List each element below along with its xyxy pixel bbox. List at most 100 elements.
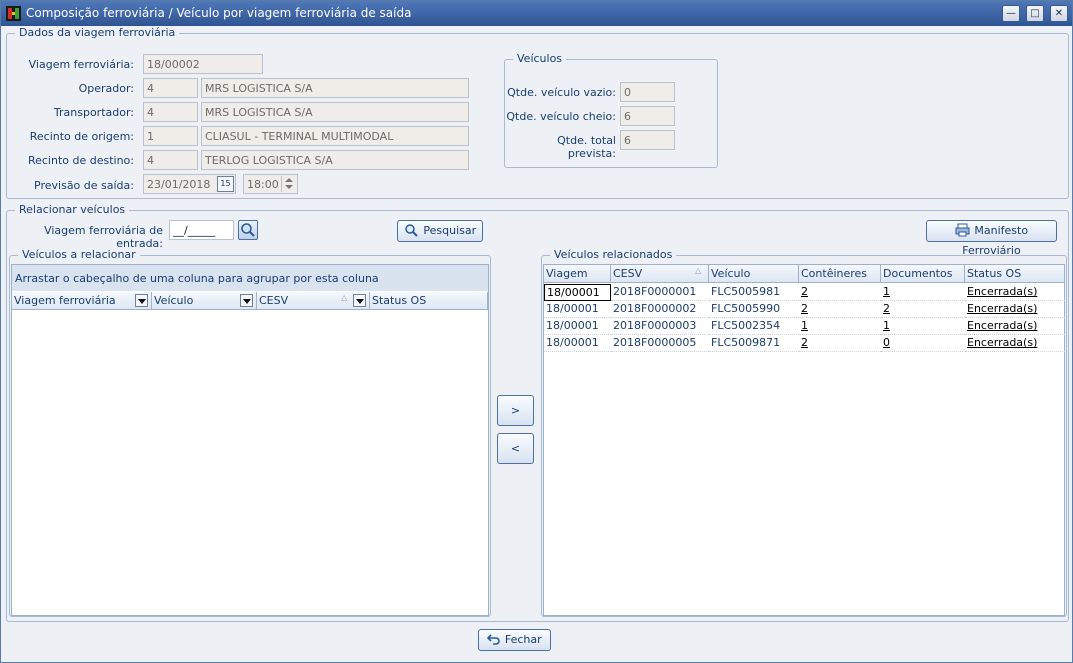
operador-name-field[interactable]: MRS LOGISTICA S/A — [201, 78, 469, 98]
left-col-veiculo[interactable]: Veículo — [152, 292, 257, 310]
transportador-label: Transportador: — [53, 106, 134, 119]
dados-viagem-legend: Dados da viagem ferroviária — [15, 26, 180, 39]
close-button[interactable]: ✕ — [1050, 5, 1068, 22]
table-row-3-status-link[interactable]: Encerrada(s) — [965, 335, 1065, 352]
total-field[interactable]: 6 — [620, 130, 675, 150]
table-row-1-status-link[interactable]: Encerrada(s) — [965, 301, 1065, 318]
right-grid-legend: Veículos relacionados — [550, 248, 677, 261]
destino-name-field[interactable]: TERLOG LOGISTICA S/A — [201, 150, 469, 170]
table-row-2-veiculo[interactable]: FLC5002354 — [709, 318, 799, 335]
previsao-time-value: 18:00 — [247, 178, 279, 191]
operador-code-field[interactable]: 4 — [143, 78, 198, 98]
search-icon — [241, 223, 255, 237]
previsao-label: Previsão de saída: — [34, 179, 134, 192]
table-row-0-documentos-link[interactable]: 1 — [881, 284, 965, 301]
left-col-viagem-filter-icon[interactable] — [135, 294, 148, 307]
manifesto-label: Manifesto Ferroviário — [962, 224, 1029, 257]
right-grid[interactable]: Viagem CESV △ Veículo Contêineres Docume… — [543, 264, 1065, 616]
cheio-label: Qtde. veículo cheio: — [506, 110, 616, 123]
destino-label: Recinto de destino: — [27, 154, 134, 167]
left-col-veiculo-filter-icon[interactable] — [240, 294, 253, 307]
table-row-3-documentos-link[interactable]: 0 — [881, 335, 965, 352]
right-col-cesv-label: CESV — [613, 267, 643, 280]
table-row-0-cesv[interactable]: 2018F0000001 — [611, 284, 709, 301]
left-col-status[interactable]: Status OS — [370, 292, 488, 310]
table-row-2-cesv[interactable]: 2018F0000003 — [611, 318, 709, 335]
origem-label: Recinto de origem: — [29, 130, 134, 143]
spin-up-icon[interactable] — [285, 178, 293, 182]
destino-code-field[interactable]: 4 — [143, 150, 198, 170]
sort-asc-icon: △ — [695, 266, 702, 275]
undo-arrow-icon — [487, 634, 501, 645]
transportador-code-field[interactable]: 4 — [143, 102, 198, 122]
veiculos-legend: Veículos — [513, 52, 567, 65]
window-title: Composição ferroviária / Veículo por via… — [26, 6, 412, 20]
table-row-3-viagem[interactable]: 18/00001 — [544, 335, 611, 352]
total-label: Qtde. total prevista: — [557, 134, 616, 160]
table-row-1-documentos-link[interactable]: 2 — [881, 301, 965, 318]
right-col-viagem[interactable]: Viagem — [544, 265, 611, 283]
right-col-cesv[interactable]: CESV △ — [611, 265, 709, 283]
left-col-viagem-label: Viagem ferroviária — [14, 294, 116, 307]
entrada-search-button[interactable] — [238, 220, 258, 240]
table-row-1-veiculo[interactable]: FLC5005990 — [709, 301, 799, 318]
viagem-field[interactable]: 18/00002 — [143, 54, 263, 74]
right-col-conteineres[interactable]: Contêineres — [799, 265, 881, 283]
printer-icon — [955, 223, 970, 237]
relacionar-legend: Relacionar veículos — [15, 203, 130, 216]
vazio-field[interactable]: 0 — [620, 82, 675, 102]
entrada-field[interactable]: __/_____ — [169, 220, 234, 240]
table-row-1-viagem[interactable]: 18/00001 — [544, 301, 611, 318]
origem-code-field[interactable]: 1 — [143, 126, 198, 146]
operador-label: Operador: — [78, 82, 134, 95]
table-row-2-documentos-link[interactable]: 1 — [881, 318, 965, 335]
left-grid[interactable]: Arrastar o cabeçalho de uma coluna para … — [11, 264, 489, 616]
origem-name-field[interactable]: CLIASUL - TERMINAL MULTIMODAL — [201, 126, 469, 146]
spin-down-icon[interactable] — [285, 185, 293, 189]
table-row-3-cesv[interactable]: 2018F0000005 — [611, 335, 709, 352]
add-vehicle-button[interactable]: > — [497, 395, 534, 426]
left-col-cesv-label: CESV — [259, 294, 289, 307]
fechar-button[interactable]: Fechar — [478, 629, 551, 651]
table-row-2-conteineres-link[interactable]: 1 — [799, 318, 881, 335]
left-col-cesv-filter-icon[interactable] — [353, 294, 366, 307]
left-col-veiculo-label: Veículo — [154, 294, 194, 307]
left-grid-legend: Veículos a relacionar — [18, 248, 140, 261]
cheio-field[interactable]: 6 — [620, 106, 675, 126]
pesquisar-button[interactable]: Pesquisar — [397, 220, 483, 242]
time-spinner[interactable] — [281, 176, 296, 192]
previsao-date-value: 23/01/2018 — [147, 178, 211, 191]
remove-vehicle-button[interactable]: < — [497, 433, 534, 464]
table-row-0-veiculo[interactable]: FLC5005981 — [709, 284, 799, 301]
table-row-0-viagem[interactable]: 18/00001 — [544, 284, 611, 301]
left-col-viagem[interactable]: Viagem ferroviária — [12, 292, 152, 310]
app-icon — [6, 6, 21, 21]
right-col-veiculo[interactable]: Veículo — [709, 265, 799, 283]
minimize-button[interactable]: — — [1002, 5, 1020, 22]
group-by-hint: Arrastar o cabeçalho de uma coluna para … — [12, 265, 488, 291]
fechar-label: Fechar — [504, 633, 542, 646]
sort-asc-icon: △ — [341, 293, 348, 302]
right-col-status[interactable]: Status OS — [965, 265, 1065, 283]
title-bar: Composição ferroviária / Veículo por via… — [1, 1, 1072, 26]
main-window: Composição ferroviária / Veículo por via… — [0, 0, 1073, 663]
magnifier-icon — [405, 224, 418, 237]
entrada-label: Viagem ferroviária de entrada: — [44, 224, 163, 250]
table-row-2-status-link[interactable]: Encerrada(s) — [965, 318, 1065, 335]
table-row-0-status-link[interactable]: Encerrada(s) — [965, 284, 1065, 301]
left-col-cesv[interactable]: CESV △ — [257, 292, 370, 310]
table-row-3-conteineres-link[interactable]: 2 — [799, 335, 881, 352]
table-row-2-viagem[interactable]: 18/00001 — [544, 318, 611, 335]
table-row-3-veiculo[interactable]: FLC5009871 — [709, 335, 799, 352]
manifesto-button[interactable]: Manifesto Ferroviário — [926, 220, 1057, 257]
right-col-documentos[interactable]: Documentos — [881, 265, 965, 283]
table-row-1-cesv[interactable]: 2018F0000002 — [611, 301, 709, 318]
pesquisar-label: Pesquisar — [423, 224, 477, 237]
transportador-name-field[interactable]: MRS LOGISTICA S/A — [201, 102, 469, 122]
vazio-label: Qtde. veículo vazio: — [507, 86, 616, 99]
calendar-icon[interactable]: 15 — [217, 176, 234, 192]
maximize-button[interactable]: □ — [1026, 5, 1044, 22]
viagem-label: Viagem ferroviária: — [28, 58, 134, 71]
table-row-0-conteineres-link[interactable]: 2 — [799, 284, 881, 301]
table-row-1-conteineres-link[interactable]: 2 — [799, 301, 881, 318]
